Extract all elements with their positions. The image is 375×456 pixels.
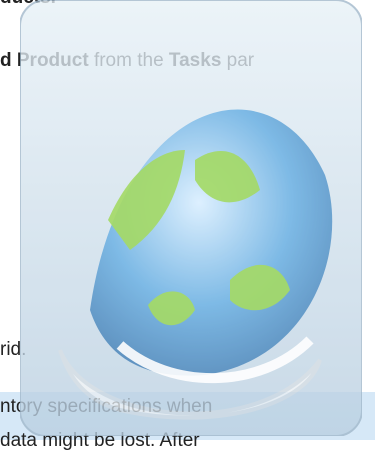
note-box: ntory specifications when data might be … — [0, 392, 375, 451]
icon-land-1 — [108, 150, 185, 250]
grid-fragment-text: rid. — [0, 339, 27, 360]
heading-fragment-text: ducts. — [0, 0, 56, 8]
note-line-1: ntory specifications when — [0, 396, 213, 417]
instruction-text: from the — [88, 50, 169, 71]
instruction-continuation: par — [221, 50, 255, 71]
icon-globe — [90, 109, 333, 376]
note-line-2: data might be lost. After — [0, 430, 200, 451]
heading-fragment: ducts. — [0, 0, 56, 10]
icon-land-4 — [148, 291, 195, 326]
icon-swoosh — [116, 336, 314, 384]
icon-land-2 — [195, 151, 260, 203]
tasks-pane-term: Tasks — [168, 50, 222, 71]
instruction-step: d Product from the Tasks par — [0, 49, 254, 73]
grid-fragment: rid. — [0, 338, 26, 362]
product-term: d Product — [0, 50, 89, 71]
icon-land-3 — [230, 264, 290, 311]
document-viewer: ducts. d Product from the Tasks par rid.… — [0, 0, 375, 451]
